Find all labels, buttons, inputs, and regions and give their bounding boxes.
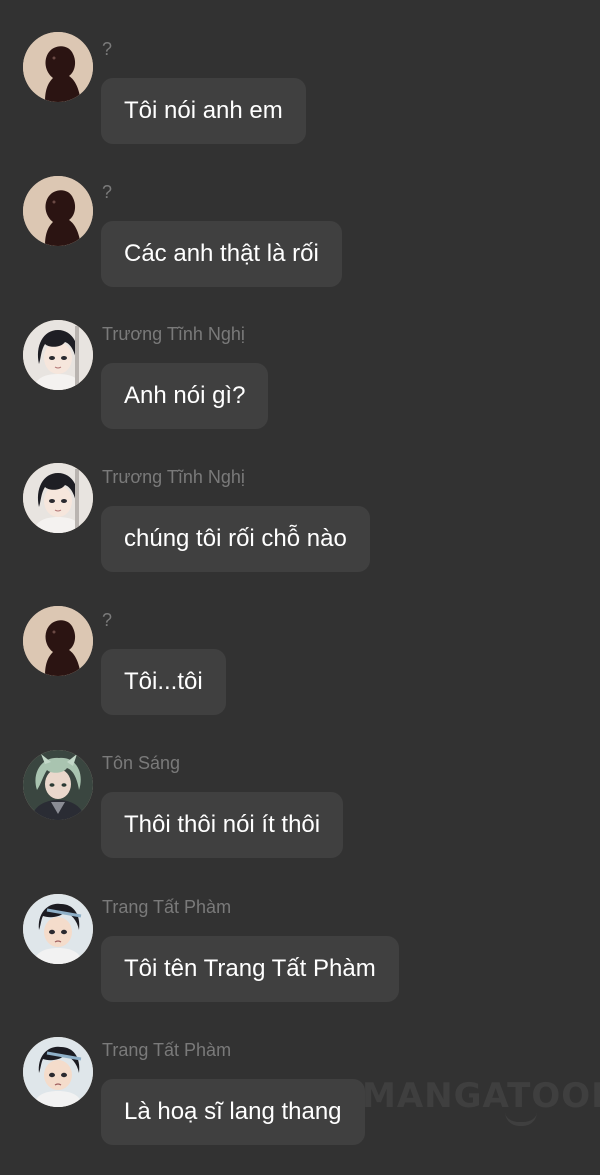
boy-character-icon[interactable]	[23, 1037, 93, 1107]
chat-message: Trang Tất Phàm Tôi tên Trang Tất Phàm	[0, 894, 600, 1018]
dark-haired-character-icon[interactable]	[23, 463, 93, 533]
sender-name: ?	[102, 39, 113, 59]
chat-message: ? Tôi...tôi	[0, 606, 600, 731]
sender-name: ?	[102, 610, 113, 630]
dark-haired-character-icon[interactable]	[23, 320, 93, 390]
message-bubble[interactable]: Thôi thôi nói ít thôi	[101, 792, 344, 858]
sender-name: Trương Tĩnh Nghị	[102, 467, 245, 487]
chat-message: Trương Tĩnh Nghị Anh nói gì?	[0, 320, 600, 445]
chat-message: ? Tôi nói anh em	[0, 32, 600, 160]
silhouette-icon[interactable]	[23, 176, 93, 246]
boy-character-icon[interactable]	[23, 894, 93, 964]
message-bubble[interactable]: Anh nói gì?	[101, 363, 269, 429]
watermark: MANGATOON	[362, 1076, 600, 1116]
sender-name: Trương Tĩnh Nghị	[102, 324, 245, 344]
message-bubble[interactable]: Các anh thật là rối	[101, 221, 342, 287]
sender-name: Trang Tất Phàm	[102, 897, 232, 917]
green-haired-character-icon[interactable]	[23, 750, 93, 820]
silhouette-icon[interactable]	[23, 32, 93, 102]
chat-message: ? Các anh thật là rối	[0, 176, 600, 303]
sender-name: ?	[102, 182, 113, 202]
chat-message: Tôn Sáng Thôi thôi nói ít thôi	[0, 750, 600, 874]
chat-message: Trương Tĩnh Nghị chúng tôi rối chỗ nào	[0, 463, 600, 588]
silhouette-icon[interactable]	[23, 606, 93, 676]
message-bubble[interactable]: Tôi tên Trang Tất Phàm	[101, 936, 399, 1002]
message-bubble[interactable]: Tôi...tôi	[101, 649, 226, 715]
message-bubble[interactable]: chúng tôi rối chỗ nào	[101, 506, 370, 572]
sender-name: Tôn Sáng	[102, 753, 181, 773]
message-bubble[interactable]: Tôi nói anh em	[101, 78, 306, 144]
sender-name: Trang Tất Phàm	[102, 1040, 232, 1060]
message-bubble[interactable]: Là hoạ sĩ lang thang	[101, 1079, 365, 1145]
chat-thread: ? Tôi nói anh em ? Các anh thật là rối T…	[0, 0, 600, 1175]
